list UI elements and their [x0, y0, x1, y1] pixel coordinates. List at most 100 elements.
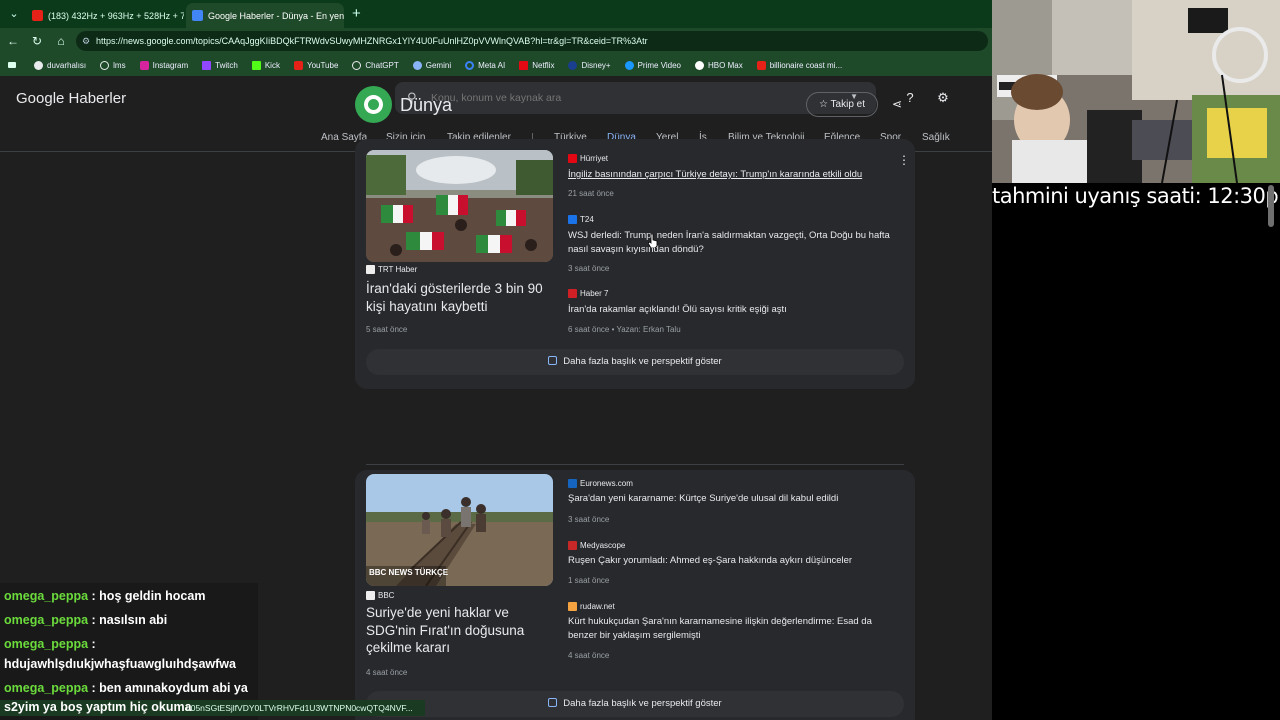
scrollbar-thumb[interactable]: [1268, 185, 1274, 227]
cluster-divider: [366, 464, 904, 465]
hbo-max-icon: [695, 60, 705, 70]
bookmark-item[interactable]: lms: [100, 60, 126, 70]
story-image[interactable]: BBC NEWS TÜRKÇE: [366, 474, 553, 586]
more-options-icon[interactable]: ⋮: [898, 153, 910, 167]
more-coverage-button[interactable]: Daha fazla başlık ve perspektif göster: [366, 691, 904, 717]
rudaw-icon: [568, 602, 577, 611]
bookmark-item[interactable]: YouTube: [293, 60, 338, 70]
more-coverage-button[interactable]: Daha fazla başlık ve perspektif göster: [366, 349, 904, 375]
t24-icon: [568, 215, 577, 224]
globe-icon: [100, 60, 110, 70]
story-time: 4 saat önce: [366, 668, 408, 677]
tab-google-news[interactable]: Google Haberler - Dünya - En yeni ✕: [186, 3, 344, 28]
tab-title: Google Haberler - Dünya - En yeni: [208, 10, 344, 21]
tab-search-icon[interactable]: ⌄: [6, 6, 22, 22]
star-icon: ☆: [818, 99, 831, 110]
story-headline[interactable]: Ruşen Çakır yorumladı: Ahmed eş-Şara hak…: [568, 554, 903, 568]
youtube-icon: [293, 60, 303, 70]
bookmark-item[interactable]: Netflix: [519, 60, 554, 70]
story-headline[interactable]: Şara'dan yeni kararname: Kürtçe Suriye'd…: [568, 492, 903, 506]
wake-time-label: tahmini uyanış saati: 12:30pm: [992, 184, 1280, 208]
bookmark-item[interactable]: Meta AI: [465, 60, 505, 70]
story-headline[interactable]: İngiliz basınından çarpıcı Türkiye detay…: [568, 168, 903, 182]
settings-gear-icon[interactable]: ⚙: [935, 90, 951, 106]
story-source[interactable]: TRT Haber: [366, 265, 417, 274]
twitch-icon: [202, 60, 212, 70]
story-headline[interactable]: WSJ derledi: Trump, neden İran'a saldırm…: [568, 229, 903, 257]
story-time: 3 saat önce: [568, 515, 610, 524]
tab-health[interactable]: Sağlık: [922, 132, 950, 143]
back-icon[interactable]: ←: [5, 33, 21, 49]
chat-message: hdujawhlşdıukjwhaşfuawgluıhdşawfwa: [4, 657, 236, 671]
bookmark-item[interactable]: Twitch: [202, 60, 238, 70]
bookmark-item[interactable]: duvarhalısı: [34, 60, 86, 70]
share-icon[interactable]: ⋖: [892, 97, 902, 111]
chat-username: omega_peppa: [4, 637, 89, 651]
address-bar[interactable]: ⚙ https://news.google.com/topics/CAAqJgg…: [76, 31, 988, 51]
bookmark-item[interactable]: Gemini: [412, 60, 451, 70]
bookmark-item[interactable]: billionaire coast mi...: [756, 60, 842, 70]
story-time: 1 saat önce: [568, 576, 610, 585]
story-source[interactable]: Hürriyet: [568, 154, 608, 163]
world-globe-icon: [355, 86, 392, 123]
youtube-icon: [756, 60, 766, 70]
story-headline[interactable]: İran'daki gösterilerde 3 bin 90 kişi hay…: [366, 280, 556, 315]
story-time: 3 saat önce: [568, 264, 610, 273]
google-news-icon: [192, 10, 203, 21]
bookmark-item[interactable]: Disney+: [568, 60, 611, 70]
overlay-background: [992, 183, 1280, 720]
youtube-icon: [32, 10, 43, 21]
story-source[interactable]: BBC: [366, 591, 394, 600]
reload-icon[interactable]: ↻: [29, 33, 45, 49]
tab-title: (183) 432Hz + 963Hz + 528Hz + 7...: [48, 10, 184, 21]
story-time: 4 saat önce: [568, 651, 610, 660]
coverage-icon: [548, 698, 558, 707]
search-input[interactable]: [431, 90, 811, 106]
story-headline[interactable]: Suriye'de yeni haklar ve SDG'nin Fırat'ı…: [366, 604, 556, 657]
bookmark-icon: [34, 60, 43, 70]
story-source[interactable]: rudaw.net: [568, 602, 615, 611]
url-text: https://news.google.com/topics/CAAqJggKI…: [96, 36, 648, 46]
bookmark-item[interactable]: Prime Video: [624, 60, 681, 70]
google-news-logo[interactable]: Google Haberler: [16, 90, 126, 107]
story-source[interactable]: Medyascope: [568, 541, 625, 550]
tab-youtube[interactable]: (183) 432Hz + 963Hz + 528Hz + 7... ✕: [26, 3, 184, 28]
meta-ai-icon: [465, 60, 475, 70]
chat-username: omega_peppa: [4, 589, 89, 603]
section-title: Dünya: [400, 95, 453, 115]
haber7-icon: [568, 289, 577, 298]
kick-icon: [251, 60, 261, 70]
follow-button[interactable]: ☆ Takip et: [806, 92, 878, 117]
tab-bar: ⌄ (183) 432Hz + 963Hz + 528Hz + 7... ✕ G…: [0, 0, 992, 28]
bookmark-item[interactable]: Kick: [251, 60, 280, 70]
site-info-icon[interactable]: ⚙: [82, 31, 90, 51]
trt-haber-icon: [366, 265, 375, 274]
navigation-bar: ← ↻ ⌂ ⚙ https://news.google.com/topics/C…: [0, 28, 992, 54]
webcam-feed: [992, 0, 1280, 183]
help-icon[interactable]: ?: [902, 90, 918, 106]
story-source[interactable]: T24: [568, 215, 594, 224]
gemini-icon: [412, 60, 422, 70]
apps-icon: [8, 62, 16, 68]
story-headline[interactable]: Kürt hukukçudan Şara'nın kararnamesine i…: [568, 615, 903, 643]
story-cluster: BBC NEWS TÜRKÇE BBC Suriye'de yeni hakla…: [355, 470, 915, 720]
search-box[interactable]: ⚲ ▼: [395, 82, 876, 114]
prime-video-icon: [624, 60, 634, 70]
story-time: 6 saat önce • Yazan: Erkan Talu: [568, 325, 681, 334]
home-icon[interactable]: ⌂: [53, 33, 69, 49]
bookmark-apps[interactable]: [8, 62, 20, 68]
chat-message: omega_peppa :: [4, 637, 96, 651]
chat-message: omega_peppa : ben amınakoydum abi ya: [4, 681, 248, 695]
bookmark-item[interactable]: ChatGPT: [352, 60, 399, 70]
new-tab-button[interactable]: +: [352, 5, 361, 22]
story-image[interactable]: [366, 150, 553, 262]
disney-icon: [568, 60, 578, 70]
story-source[interactable]: Haber 7: [568, 289, 608, 298]
bookmark-item[interactable]: Instagram: [139, 60, 188, 70]
bookmark-item[interactable]: HBO Max: [695, 60, 743, 70]
story-headline[interactable]: İran'da rakamlar açıklandı! Ölü sayısı k…: [568, 303, 903, 317]
hand-cursor-icon: [648, 234, 658, 248]
story-source[interactable]: Euronews.com: [568, 479, 633, 488]
story-time: 21 saat önce: [568, 189, 614, 198]
coverage-icon: [548, 356, 558, 365]
